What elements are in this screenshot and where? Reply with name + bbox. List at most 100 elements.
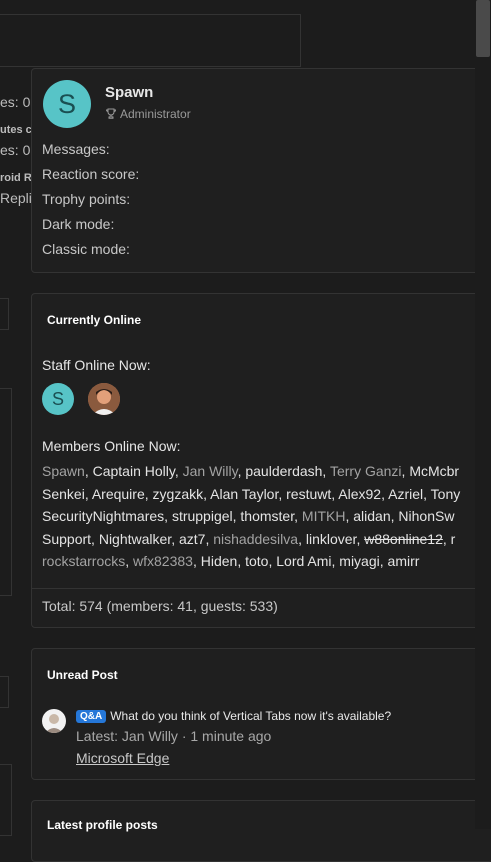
member-link[interactable]: rockstarrocks <box>42 553 125 569</box>
thread-row[interactable]: Q&A What do you think of Vertical Tabs no… <box>76 709 391 723</box>
bg-fragment: es: 0 <box>0 142 31 158</box>
role-label: Administrator <box>120 107 191 121</box>
member-separator: , <box>294 508 302 524</box>
member-link[interactable]: Spawn <box>42 463 85 479</box>
panel-title[interactable]: Unread Post <box>47 668 118 682</box>
members-line: rockstarrocks, wfx82383, Hiden, toto, Lo… <box>42 550 491 573</box>
online-total: Total: 574 (members: 41, guests: 533) <box>42 598 278 614</box>
panel-title[interactable]: Currently Online <box>47 313 141 327</box>
member-link[interactable]: toto <box>245 553 268 569</box>
member-link[interactable]: SecurityNightmares <box>42 508 164 524</box>
profile-card: S Spawn Administrator Messages: Reaction… <box>31 68 491 273</box>
member-link[interactable]: Captain Holly <box>93 463 175 479</box>
member-link[interactable]: restuwt <box>286 486 331 502</box>
member-separator: , <box>91 530 99 547</box>
member-separator: , <box>423 485 431 502</box>
stat-reaction-score: Reaction score: <box>42 166 140 182</box>
staff-online-heading: Staff Online Now: <box>42 357 151 373</box>
member-separator: , r <box>442 530 456 547</box>
stat-dark-mode: Dark mode: <box>42 216 115 232</box>
member-separator: , <box>171 530 179 547</box>
trophy-icon <box>105 108 117 119</box>
member-separator: , <box>125 553 134 569</box>
latest-profile-posts-panel: Latest profile posts <box>31 800 491 862</box>
member-separator: , <box>164 508 172 524</box>
latest-label[interactable]: Latest: Jan Willy · 1 minute ago <box>76 728 271 744</box>
member-separator: , <box>379 553 388 569</box>
member-link[interactable]: Lord Ami <box>276 553 331 569</box>
member-link[interactable]: linklover <box>306 531 357 547</box>
search-box[interactable] <box>0 14 301 67</box>
member-separator: , <box>237 553 246 569</box>
thread-latest: Latest: Jan Willy · 1 minute ago <box>76 728 271 744</box>
member-link[interactable]: Terry Ganzi <box>330 463 402 479</box>
member-link[interactable]: Hiden <box>201 553 238 569</box>
member-link[interactable]: Support <box>42 531 91 547</box>
stat-trophy-points: Trophy points: <box>42 191 131 207</box>
stat-messages: Messages: <box>42 141 110 157</box>
member-link[interactable]: McMcbr <box>409 463 459 479</box>
forum-link[interactable]: Microsoft Edge <box>76 750 169 766</box>
user-photo-icon <box>88 383 120 415</box>
member-separator: , <box>84 485 92 502</box>
bg-fragment: roid R <box>0 172 32 184</box>
thread-title[interactable]: What do you think of Vertical Tabs now i… <box>110 709 391 723</box>
bg-list <box>0 388 12 596</box>
profile-role: Administrator <box>105 107 191 121</box>
member-separator: , <box>84 463 93 479</box>
member-link[interactable]: Nightwalker <box>99 531 171 547</box>
qa-badge[interactable]: Q&A <box>76 710 107 723</box>
member-link[interactable]: MITKH <box>302 508 346 524</box>
bg-fragment: es: 0 <box>0 94 31 110</box>
member-link[interactable]: NihonSw <box>398 508 454 524</box>
member-link[interactable]: miyagi <box>339 553 379 569</box>
member-link[interactable]: zygzakk <box>153 486 204 502</box>
member-separator: , <box>322 463 330 479</box>
avatar[interactable]: S <box>43 80 91 128</box>
members-online-heading: Members Online Now: <box>42 438 181 454</box>
avatar[interactable] <box>42 709 66 733</box>
member-link[interactable]: alidan <box>353 508 390 524</box>
member-separator: , <box>174 463 183 479</box>
member-link[interactable]: thomster <box>240 508 294 524</box>
scrollbar[interactable] <box>475 0 491 829</box>
member-link[interactable]: struppigel <box>172 508 233 524</box>
bg-widget <box>0 298 9 330</box>
bg-widget <box>0 676 9 708</box>
members-line: SecurityNightmares, struppigel, thomster… <box>42 505 491 528</box>
member-link[interactable]: Tony <box>431 486 461 502</box>
currently-online-panel: Currently Online Staff Online Now: S Mem… <box>31 293 491 628</box>
member-link[interactable]: amirr <box>388 553 420 569</box>
member-separator: , <box>278 485 287 502</box>
member-link[interactable]: Senkei <box>42 486 85 502</box>
member-link[interactable]: nishaddesilva <box>213 531 298 547</box>
members-line: Senkei, Arequire, zygzakk, Alan Taylor, … <box>42 483 491 506</box>
member-link[interactable]: w88online12 <box>364 531 443 547</box>
member-separator: , <box>192 553 201 569</box>
member-link[interactable]: Jan Willy <box>183 463 238 479</box>
divider <box>32 588 491 589</box>
members-list: Spawn, Captain Holly, Jan Willy, paulder… <box>42 460 491 573</box>
panel-title[interactable]: Latest profile posts <box>47 818 158 832</box>
member-separator: , <box>298 530 306 547</box>
scrollbar-thumb[interactable] <box>476 0 490 57</box>
member-link[interactable]: Arequire <box>92 486 145 502</box>
bg-widget <box>0 764 12 836</box>
member-link[interactable]: Alan Taylor <box>210 486 278 502</box>
member-link[interactable]: wfx82383 <box>133 553 193 569</box>
profile-name[interactable]: Spawn <box>105 84 153 101</box>
member-link[interactable]: Alex92 <box>338 486 381 502</box>
user-photo-icon <box>45 714 63 733</box>
members-line: Support, Nightwalker, azt7, nishaddesilv… <box>42 528 491 551</box>
staff-avatar[interactable]: S <box>42 383 74 415</box>
member-link[interactable]: Azriel <box>388 486 423 502</box>
staff-avatar-photo[interactable] <box>88 383 120 415</box>
stat-classic-mode: Classic mode: <box>42 241 130 257</box>
member-link[interactable]: azt7 <box>179 531 205 547</box>
members-line: Spawn, Captain Holly, Jan Willy, paulder… <box>42 460 491 483</box>
forum-link-label[interactable]: Microsoft Edge <box>76 750 169 766</box>
bg-fragment: utes c <box>0 124 32 136</box>
member-link[interactable]: paulderdash <box>245 463 322 479</box>
unread-post-panel: Unread Post Q&A What do you think of Vert… <box>31 648 491 780</box>
member-separator: , <box>144 485 153 502</box>
